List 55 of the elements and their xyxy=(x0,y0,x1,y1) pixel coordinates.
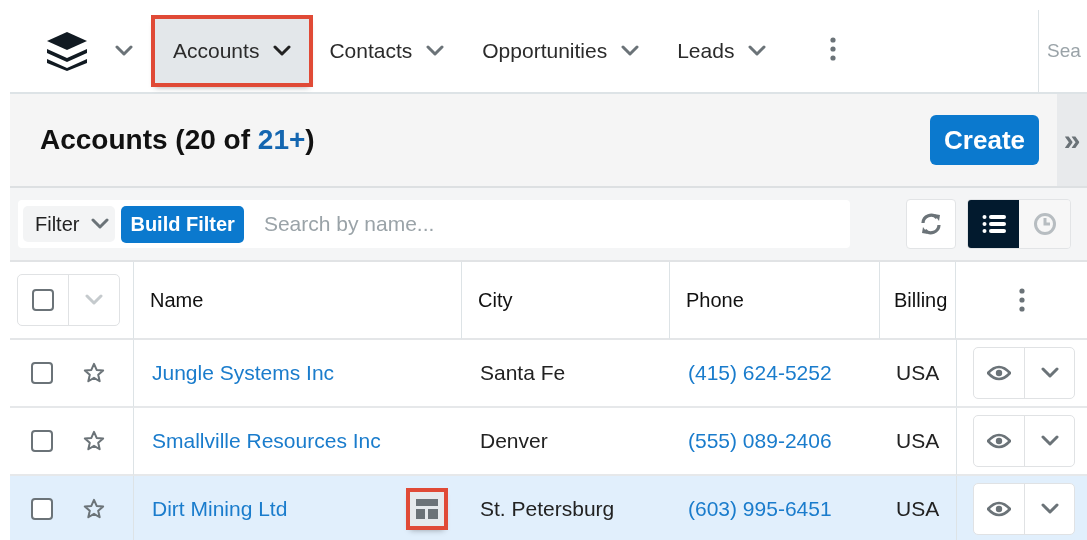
chevron-down-icon xyxy=(85,294,103,306)
chevron-down-icon xyxy=(115,45,133,57)
eye-icon xyxy=(987,501,1011,517)
refresh-button[interactable] xyxy=(906,199,956,249)
create-button[interactable]: Create xyxy=(930,115,1039,165)
more-icon[interactable] xyxy=(830,37,837,61)
page-title: Accounts (20 of 21+) xyxy=(40,124,315,156)
select-all-checkbox[interactable] xyxy=(32,289,54,311)
account-link[interactable]: Smallville Resources Inc xyxy=(152,429,381,453)
city-cell: Santa Fe xyxy=(480,361,566,385)
city-cell: Denver xyxy=(480,429,548,453)
eye-icon xyxy=(987,365,1011,381)
billing-cell: USA xyxy=(896,361,940,385)
more-icon[interactable] xyxy=(1018,288,1025,312)
star-icon[interactable] xyxy=(83,430,105,452)
search-field[interactable]: Search by name... xyxy=(261,211,845,237)
account-link[interactable]: Jungle Systems Inc xyxy=(152,361,335,385)
layers-logo-icon[interactable] xyxy=(45,31,89,71)
row-checkbox[interactable] xyxy=(31,362,53,384)
global-search-field[interactable]: Sea xyxy=(1047,40,1081,62)
list-icon xyxy=(981,214,1006,234)
filter-search-field[interactable]: Filter Build Filter Search by name... xyxy=(18,200,850,248)
chevron-down-icon xyxy=(1040,503,1059,515)
column-header[interactable]: Name xyxy=(134,262,462,340)
star-icon[interactable] xyxy=(83,498,105,520)
column-header[interactable]: Billing xyxy=(880,262,956,340)
city-cell: St. Petersburg xyxy=(480,497,615,521)
list-view-button[interactable] xyxy=(968,200,1019,248)
column-header[interactable]: City xyxy=(462,262,670,340)
chevron-down-icon xyxy=(748,45,767,57)
collapse-button[interactable]: » xyxy=(1057,94,1087,186)
phone-link[interactable]: (555) 089-2406 xyxy=(688,429,832,453)
chevron-down-icon xyxy=(621,45,640,57)
clock-icon xyxy=(1032,212,1057,236)
refresh-icon xyxy=(919,212,943,236)
filter-dropdown[interactable]: Filter xyxy=(23,206,116,242)
row-checkbox[interactable] xyxy=(31,430,53,452)
chevron-down-icon xyxy=(273,45,292,57)
star-icon[interactable] xyxy=(83,362,105,384)
column-header[interactable]: Phone xyxy=(670,262,880,340)
chevron-down-icon xyxy=(1040,435,1059,447)
phone-link[interactable]: (415) 624-5252 xyxy=(688,361,832,385)
account-link[interactable]: Dirt Mining Ltd xyxy=(152,497,288,521)
nav-tab[interactable]: Opportunities xyxy=(464,19,658,83)
billing-cell: USA xyxy=(896,429,940,453)
chevron-down-icon xyxy=(1040,367,1059,379)
layout-icon xyxy=(415,498,439,520)
row-checkbox[interactable] xyxy=(31,498,53,520)
billing-cell: USA xyxy=(896,497,940,521)
chevron-down-icon xyxy=(426,45,445,57)
build-filter-button[interactable]: Build Filter xyxy=(121,205,244,243)
nav-tab[interactable]: Leads xyxy=(659,19,785,83)
chevron-down-icon xyxy=(91,218,110,230)
nav-tab[interactable]: Contacts xyxy=(311,19,463,83)
eye-icon xyxy=(987,433,1011,449)
